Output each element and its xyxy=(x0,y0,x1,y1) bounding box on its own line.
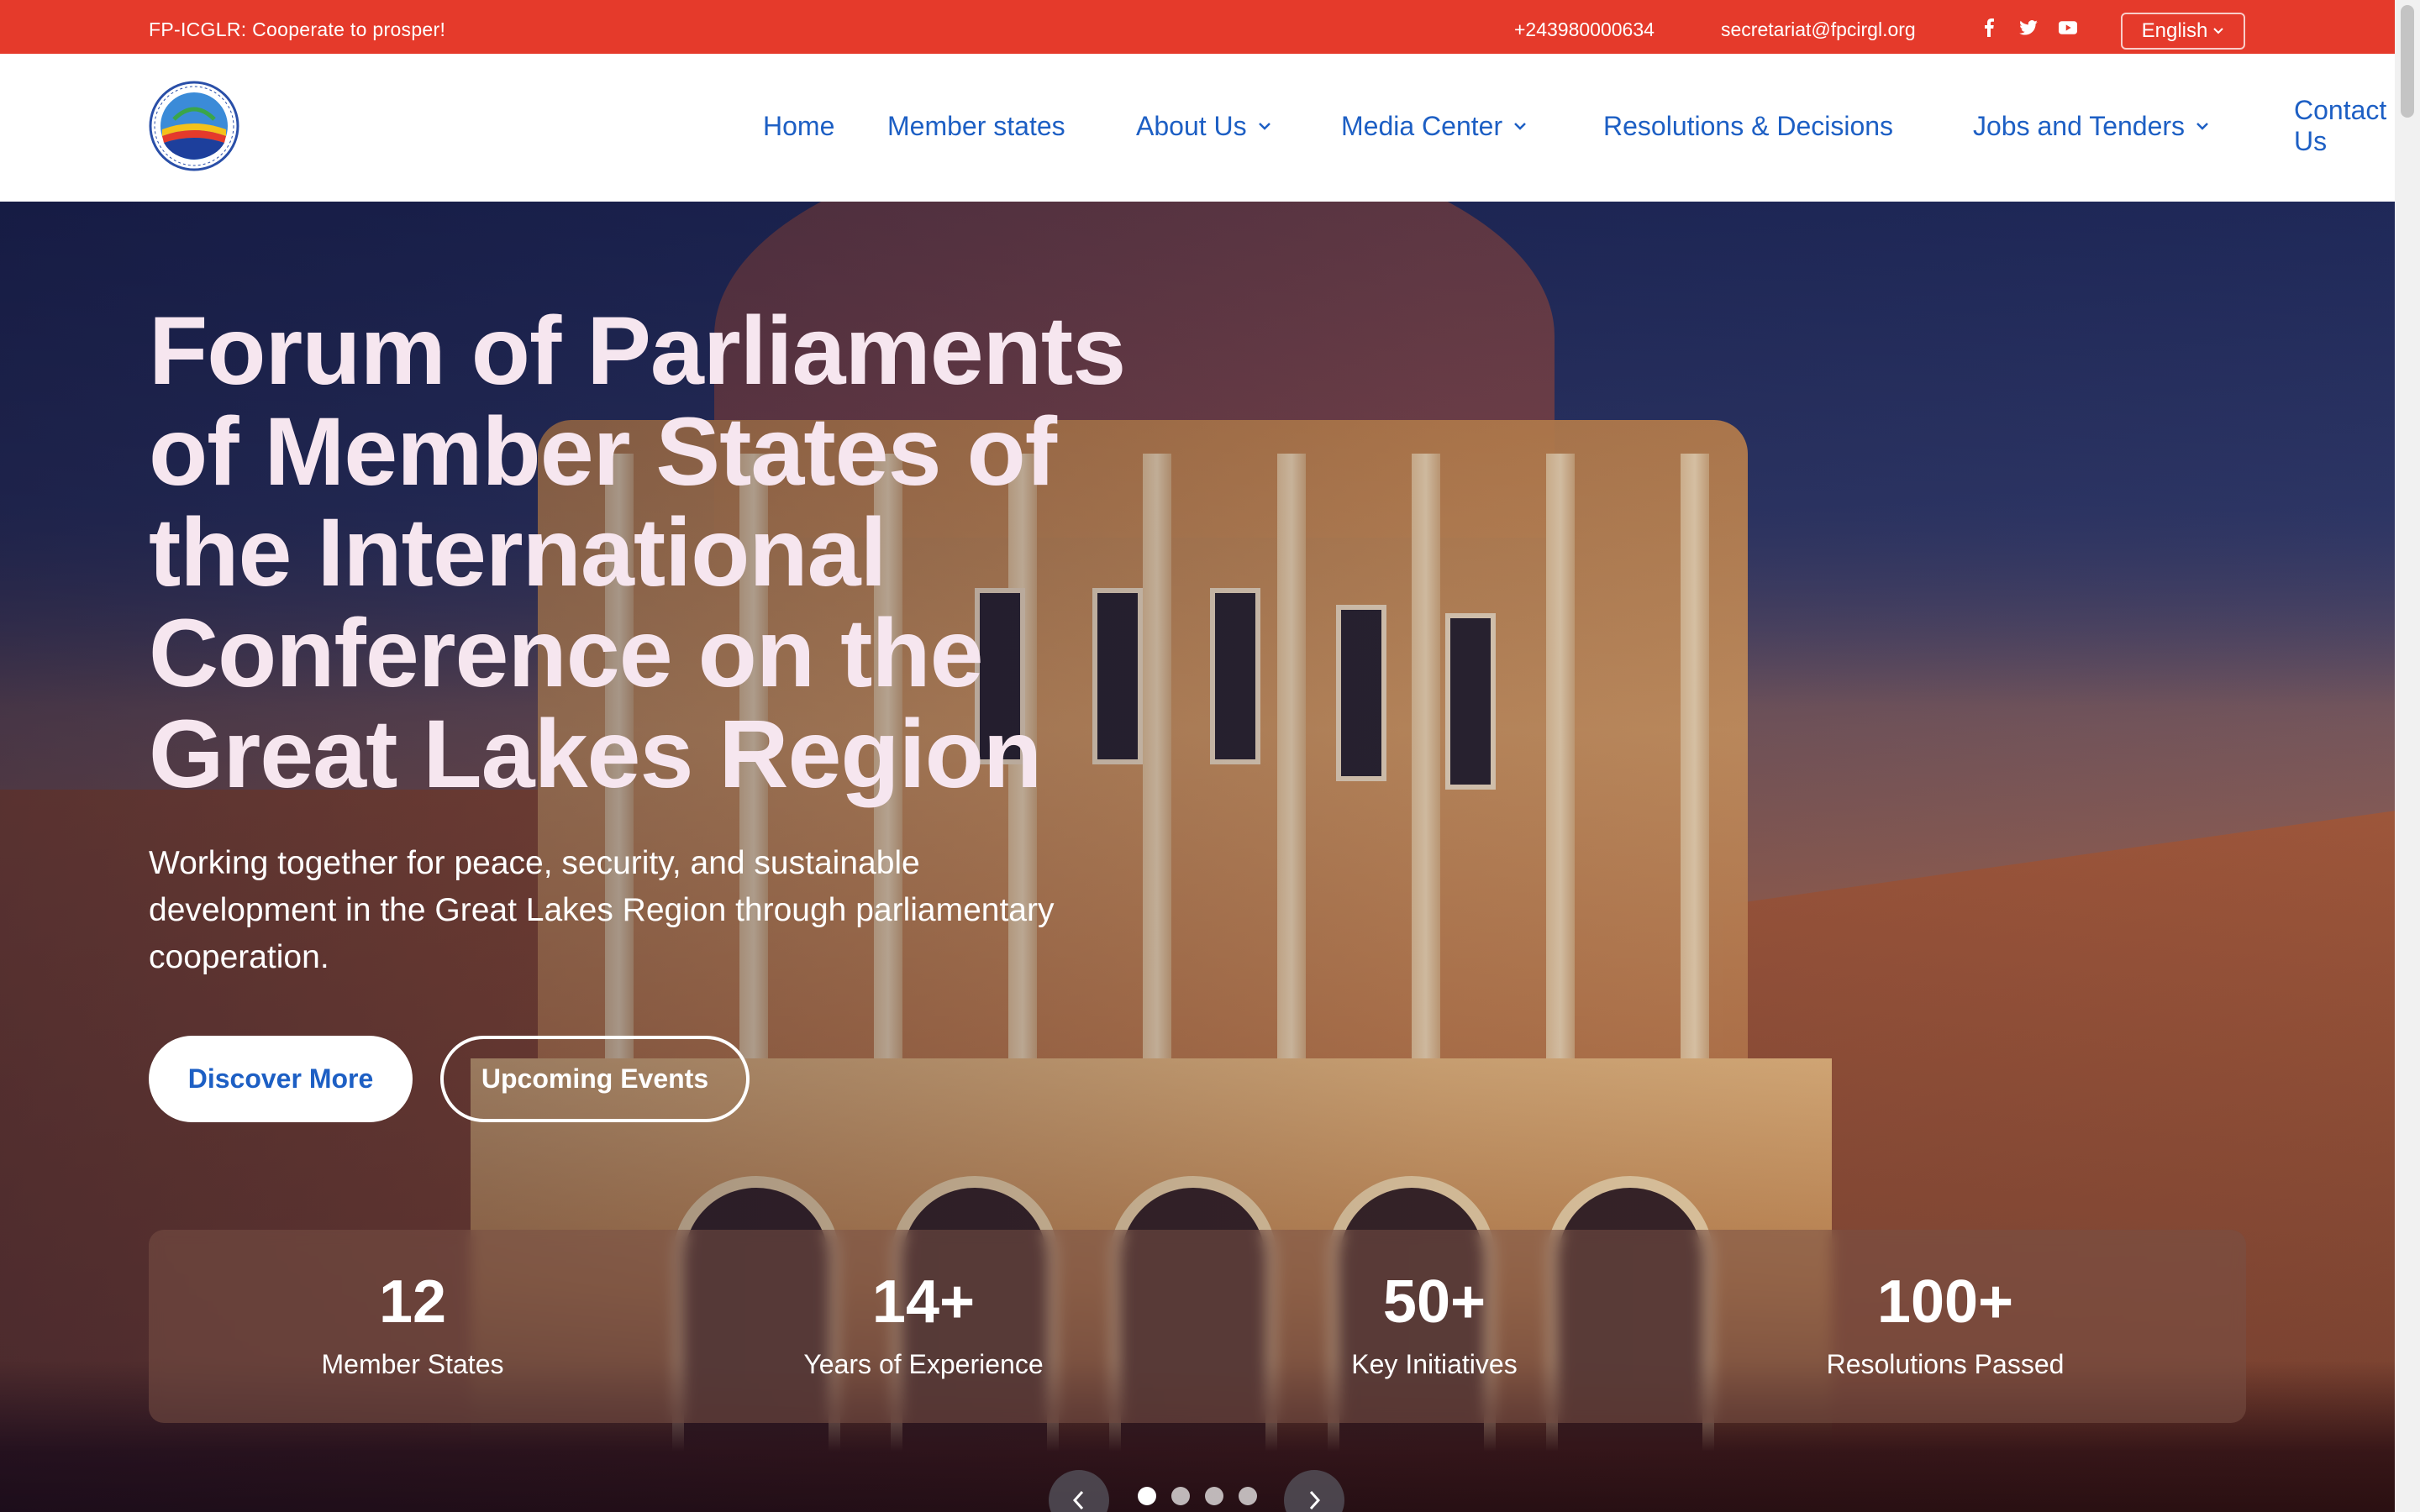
chevron-left-icon xyxy=(1072,1490,1084,1510)
chevron-down-icon xyxy=(1514,123,1526,130)
carousel-dot-2[interactable] xyxy=(1171,1487,1190,1505)
nav-label: Home xyxy=(763,110,835,141)
nav-media-center[interactable]: Media Center xyxy=(1341,109,1529,143)
nav-label: Contact Us xyxy=(2294,95,2387,156)
stat-years-experience: 14+ Years of Experience xyxy=(705,1230,1142,1423)
nav-label: Jobs and Tenders xyxy=(1973,110,2186,141)
stat-member-states: 12 Member States xyxy=(194,1230,631,1423)
nav-label: About Us xyxy=(1136,110,1247,141)
carousel-dot-3[interactable] xyxy=(1205,1487,1223,1505)
hero-subtitle: Working together for peace, security, an… xyxy=(149,845,1055,975)
site-header: Home Member states About Us Media Center… xyxy=(0,54,2395,202)
youtube-icon[interactable] xyxy=(2059,18,2077,37)
twitter-icon[interactable] xyxy=(2019,18,2038,37)
hero-title: Forum of Parliaments of Member States of… xyxy=(149,301,1241,805)
nav-jobs-tenders[interactable]: Jobs and Tenders xyxy=(1973,109,2212,143)
stat-key-initiatives: 50+ Key Initiatives xyxy=(1216,1230,1653,1423)
nav-resolutions-decisions[interactable]: Resolutions & Decisions xyxy=(1603,109,1893,143)
stat-resolutions-passed: 100+ Resolutions Passed xyxy=(1727,1230,2164,1423)
hero-title-line: the International xyxy=(149,499,887,606)
stats-panel: 12 Member States 14+ Years of Experience… xyxy=(149,1230,2246,1423)
email-link[interactable]: secretariat@fpcirgl.org xyxy=(1721,18,1916,41)
stat-value: 14+ xyxy=(871,1268,976,1336)
chevron-right-icon xyxy=(1309,1490,1321,1510)
stat-value: 12 xyxy=(378,1268,447,1336)
stat-value: 50+ xyxy=(1382,1268,1486,1336)
nav-about-us[interactable]: About Us xyxy=(1136,109,1274,143)
scrollbar-track[interactable] xyxy=(2395,0,2420,1512)
facebook-icon[interactable] xyxy=(1980,18,1998,37)
language-selector[interactable]: English xyxy=(2121,13,2245,50)
stat-label: Resolutions Passed xyxy=(1826,1349,2065,1379)
carousel-dot-4[interactable] xyxy=(1239,1487,1257,1505)
hero-title-line: Great Lakes Region xyxy=(149,701,1042,808)
scrollbar-thumb[interactable] xyxy=(2401,5,2414,118)
stat-label: Member States xyxy=(321,1349,504,1379)
hero-title-line: Conference on the xyxy=(149,600,984,707)
nav-label: Resolutions & Decisions xyxy=(1603,110,1894,141)
carousel-dot-1[interactable] xyxy=(1138,1487,1156,1505)
top-bar: FP-ICGLR: Cooperate to prosper! +2439800… xyxy=(0,0,2395,54)
chevron-down-icon xyxy=(2213,28,2224,34)
chevron-down-icon xyxy=(1258,123,1270,130)
hero-title-line: of Member States of xyxy=(149,398,1057,506)
phone-link[interactable]: +243980000634 xyxy=(1514,18,1655,41)
tagline: FP-ICGLR: Cooperate to prosper! xyxy=(149,18,446,40)
nav-label: Member states xyxy=(887,110,1065,141)
nav-contact-us[interactable]: Contact Us xyxy=(2294,95,2395,156)
upcoming-events-button[interactable]: Upcoming Events xyxy=(440,1036,750,1122)
hero-section: Forum of Parliaments of Member States of… xyxy=(0,202,2395,1512)
stat-value: 100+ xyxy=(1876,1268,2014,1336)
chevron-down-icon xyxy=(2196,123,2208,130)
nav-label: Media Center xyxy=(1341,110,1503,141)
language-label: English xyxy=(2141,19,2208,42)
stat-label: Key Initiatives xyxy=(1351,1349,1518,1379)
parliament-logo[interactable] xyxy=(149,81,239,171)
nav-home[interactable]: Home xyxy=(763,109,834,143)
hero-title-line: Forum of Parliaments xyxy=(149,297,1126,405)
discover-more-button[interactable]: Discover More xyxy=(149,1036,413,1122)
stat-label: Years of Experience xyxy=(803,1349,1044,1379)
nav-member-states[interactable]: Member states xyxy=(887,109,1065,143)
